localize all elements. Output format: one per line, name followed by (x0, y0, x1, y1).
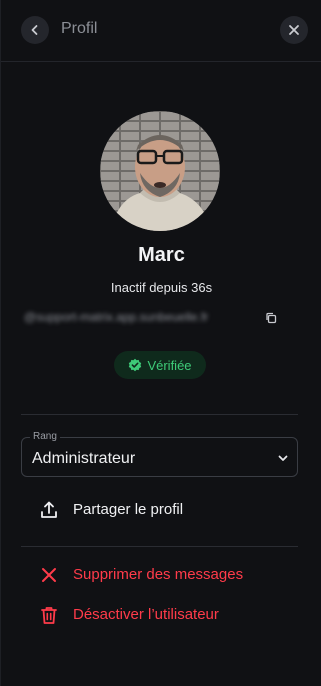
delete-messages-label: Supprimer des messages (73, 566, 244, 583)
divider (21, 414, 298, 415)
verified-check-icon (129, 358, 142, 372)
delete-messages-button[interactable]: Supprimer des messages (39, 564, 243, 586)
chevron-down-icon (278, 455, 288, 461)
verified-label: Vérifiée (147, 357, 192, 373)
profile-panel: Profil Marc Inactif depuis 36s @support-… (0, 0, 321, 686)
divider (21, 546, 298, 547)
rank-legend: Rang (30, 431, 60, 442)
chevron-left-icon (31, 25, 38, 35)
verified-badge: Vérifiée (114, 351, 206, 379)
deactivate-user-button[interactable]: Désactiver l’utilisateur (39, 604, 219, 626)
rank-select[interactable]: Rang Administrateur (21, 431, 298, 477)
close-x-icon (39, 565, 59, 585)
upload-icon (39, 500, 59, 520)
panel-header: Profil (1, 0, 321, 62)
profile-name: Marc (138, 244, 185, 266)
deactivate-user-label: Désactiver l’utilisateur (73, 606, 219, 623)
user-handle: @support-matrix.app.sunbeuelle.fr (24, 310, 209, 324)
user-handle-row: @support-matrix.app.sunbeuelle.fr (24, 310, 284, 326)
copy-icon[interactable] (265, 311, 277, 329)
rank-value: Administrateur (32, 450, 136, 467)
presence-status: Inactif depuis 36s (110, 280, 213, 295)
close-icon (289, 25, 299, 35)
avatar (100, 111, 220, 231)
trash-icon (39, 605, 59, 625)
page-title: Profil (61, 20, 98, 37)
back-button[interactable] (21, 16, 49, 44)
share-profile-button[interactable]: Partager le profil (39, 499, 183, 521)
share-profile-label: Partager le profil (73, 501, 184, 518)
close-button[interactable] (280, 16, 308, 44)
